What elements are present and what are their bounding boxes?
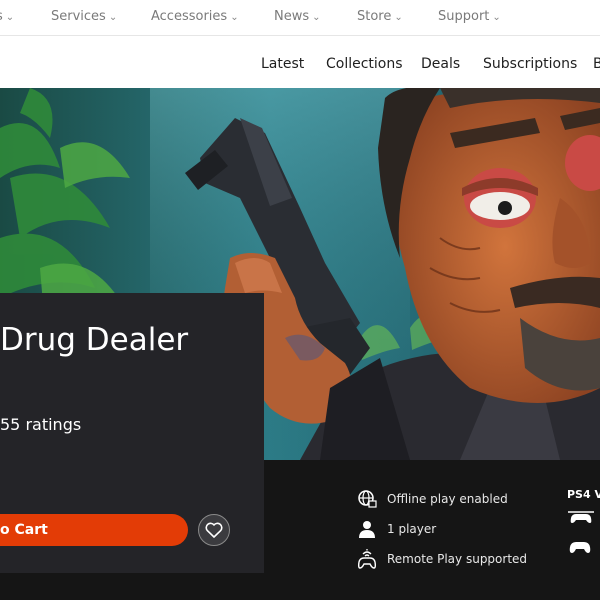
game-title: Drug Dealer	[0, 322, 189, 358]
chevron-down-icon: ⌄	[5, 12, 15, 23]
wishlist-button[interactable]	[198, 514, 230, 546]
platform-label: PS4 V	[567, 488, 600, 501]
controller-vibration-icon	[568, 509, 594, 529]
feature-label: Offline play enabled	[387, 492, 508, 506]
chevron-down-icon: ⌄	[394, 12, 403, 23]
add-to-cart-button[interactable]: o Cart	[0, 514, 188, 546]
feature-label: Remote Play supported	[387, 552, 528, 566]
sub-nav-subscriptions[interactable]: Subscriptions	[483, 56, 577, 72]
top-nav: s⌄ Services⌄ Accessories⌄ News⌄ Store⌄ S…	[0, 0, 600, 36]
sub-nav-collections[interactable]: Collections	[326, 56, 403, 72]
top-nav-item-accessories[interactable]: Accessories ⌄	[151, 9, 239, 24]
top-nav-item-news[interactable]: News ⌄	[274, 9, 321, 24]
feature-offline-play: Offline play enabled	[356, 487, 508, 511]
globe-offline-icon	[356, 488, 378, 510]
top-nav-item-support[interactable]: Support ⌄	[438, 9, 501, 24]
chevron-down-icon: ⌄	[312, 12, 321, 23]
feature-remote-play: Remote Play supported	[356, 547, 527, 571]
store-sub-nav: Latest Collections Deals Subscriptions B	[0, 36, 600, 88]
top-nav-item-store[interactable]: Store ⌄	[357, 9, 403, 24]
remote-play-icon	[356, 548, 378, 570]
player-icon	[356, 518, 378, 540]
chevron-down-icon: ⌄	[230, 12, 239, 23]
sub-nav-deals[interactable]: Deals	[421, 56, 460, 72]
chevron-down-icon: ⌄	[492, 12, 501, 23]
heart-icon	[205, 522, 223, 538]
chevron-down-icon: ⌄	[108, 12, 118, 23]
controller-icon	[568, 538, 592, 558]
top-nav-item-services[interactable]: Services ⌄	[51, 9, 117, 24]
sub-nav-partial-item[interactable]: B	[593, 56, 600, 72]
feature-label: 1 player	[387, 522, 437, 536]
ratings-count: 55 ratings	[0, 415, 82, 434]
sub-nav-latest[interactable]: Latest	[261, 56, 304, 72]
feature-players: 1 player	[356, 517, 436, 541]
top-nav-item-partial[interactable]: s⌄	[0, 9, 14, 24]
